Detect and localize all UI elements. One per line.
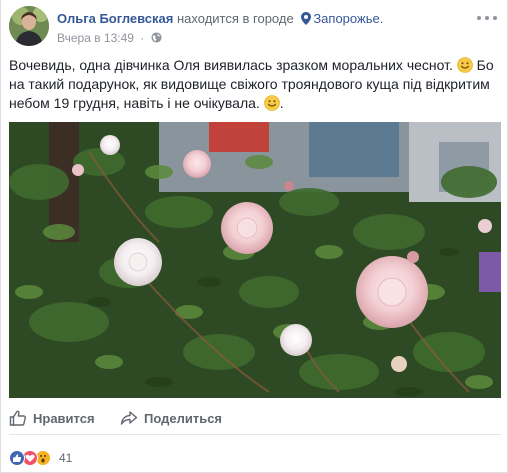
like-button[interactable]: Нравится	[9, 407, 95, 431]
location-pin-icon	[301, 12, 312, 25]
feed-post: Ольга Боглевская находится в городе Запо…	[0, 0, 508, 473]
like-button-label: Нравится	[33, 411, 95, 426]
share-button-label: Поделиться	[144, 411, 223, 426]
post-photo[interactable]	[9, 122, 501, 398]
post-text: Вочевидь, одна дівчинка Оля виявилась зр…	[9, 56, 501, 113]
globe-icon[interactable]	[151, 32, 162, 43]
author-avatar[interactable]	[9, 6, 49, 46]
post-actions: Нравится Поделиться	[9, 403, 501, 435]
author-name[interactable]: Ольга Боглевская	[57, 11, 173, 26]
author-status: находится в городе	[176, 11, 294, 26]
post-meta: Вчера в 13:49 ·	[57, 31, 162, 46]
reaction-count[interactable]: 41	[59, 450, 72, 466]
share-arrow-icon	[120, 411, 138, 425]
share-button[interactable]: Поделиться	[120, 407, 222, 431]
post-text-part-3: .	[279, 95, 284, 111]
reactions-summary[interactable]: 41	[9, 448, 209, 468]
meta-separator: ·	[140, 31, 145, 45]
thumbs-up-icon	[9, 410, 26, 426]
author-line: Ольга Боглевская находится в городе Запо…	[57, 10, 383, 27]
location-link[interactable]: Запорожье.	[313, 11, 383, 26]
post-timestamp[interactable]: Вчера в 13:49	[57, 31, 134, 45]
like-reaction-icon	[9, 450, 25, 466]
post-text-part-1: Вочевидь, одна дівчинка Оля виявилась зр…	[9, 57, 453, 73]
smile-emoji-icon	[263, 95, 280, 111]
more-options-icon[interactable]	[477, 12, 497, 24]
post-header: Ольга Боглевская находится в городе Запо…	[9, 6, 501, 50]
smile-emoji-icon	[456, 57, 473, 73]
